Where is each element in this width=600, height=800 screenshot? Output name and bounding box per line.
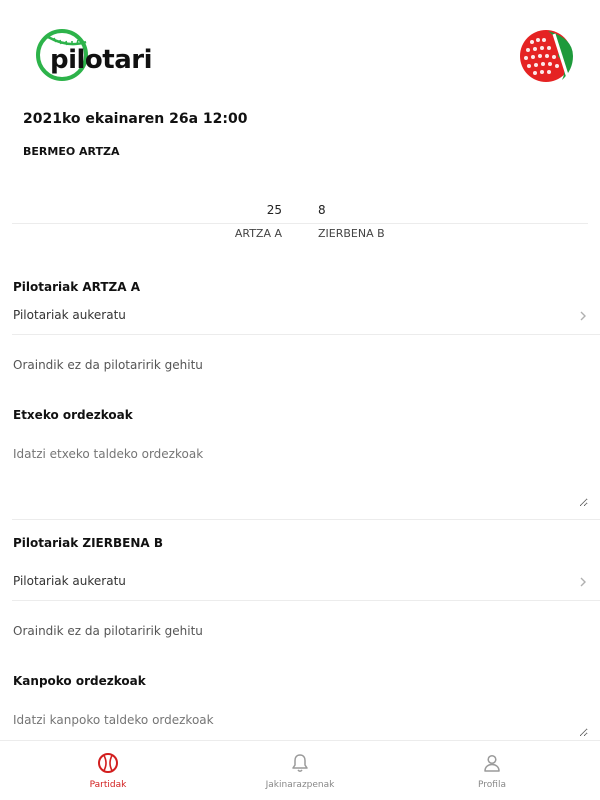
home-select-players-row[interactable]: Pilotariak aukeratu (0, 300, 600, 334)
home-subs-input[interactable] (13, 447, 588, 507)
home-empty-message: Oraindik ez da pilotaririk gehitu (13, 358, 203, 372)
away-score: 8 (318, 203, 326, 217)
home-select-players-label: Pilotariak aukeratu (13, 308, 126, 322)
row-divider (12, 600, 600, 601)
section-divider (12, 519, 600, 520)
logo-text: pilotari (50, 45, 153, 75)
home-team-name: ARTZA A (234, 227, 282, 240)
away-team-name: ZIERBENA B (318, 227, 385, 240)
score-divider (12, 223, 588, 224)
nav-item-profila[interactable]: Profila (392, 741, 592, 800)
pilotari-logo[interactable]: pilotari (34, 28, 153, 84)
away-players-title: Pilotariak ZIERBENA B (13, 536, 163, 550)
row-divider (12, 334, 600, 335)
home-subs-title: Etxeko ordezkoak (13, 408, 133, 422)
away-subs-input[interactable] (13, 713, 588, 737)
bell-icon (292, 754, 308, 772)
app-header: pilotari (0, 0, 600, 100)
nav-label-profila: Profila (478, 780, 506, 790)
ikurrina-ball-icon (518, 28, 574, 84)
user-icon (484, 754, 500, 772)
nav-label-partidak: Partidak (89, 780, 127, 790)
home-score: 25 (266, 203, 282, 217)
nav-label-jakinarazpenak: Jakinarazpenak (265, 780, 335, 790)
home-players-title: Pilotariak ARTZA A (13, 280, 141, 294)
bottom-navigation: Partidak Jakinarazpenak Profila (0, 740, 600, 800)
away-subs-title: Kanpoko ordezkoak (13, 674, 146, 688)
match-venue: BERMEO ARTZA (23, 145, 120, 158)
away-select-players-label: Pilotariak aukeratu (13, 574, 126, 588)
nav-item-jakinarazpenak[interactable]: Jakinarazpenak (200, 741, 400, 800)
chevron-right-icon (580, 577, 586, 587)
away-empty-message: Oraindik ez da pilotaririk gehitu (13, 624, 203, 638)
ball-icon (98, 753, 118, 773)
nav-item-partidak[interactable]: Partidak (8, 741, 208, 800)
match-datetime: 2021ko ekainaren 26a 12:00 (23, 111, 248, 127)
away-select-players-row[interactable]: Pilotariak aukeratu (0, 566, 600, 600)
chevron-right-icon (580, 311, 586, 321)
